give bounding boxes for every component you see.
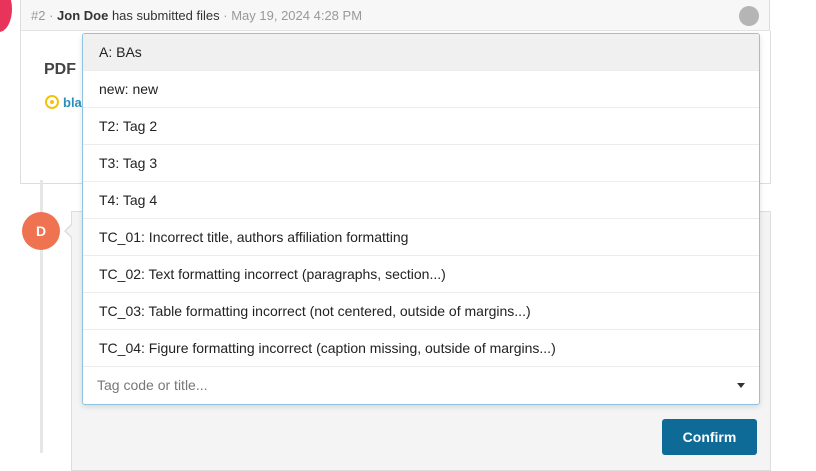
dropdown-option[interactable]: A: BAs — [83, 34, 759, 71]
author-avatar-top — [0, 0, 14, 32]
tag-search-row — [83, 367, 759, 404]
event-timestamp: May 19, 2024 4:28 PM — [231, 8, 363, 23]
dropdown-option[interactable]: new: new — [83, 71, 759, 108]
file-name[interactable]: bla — [63, 95, 82, 110]
event-header: #2 · Jon Doe has submitted files · May 1… — [20, 0, 770, 31]
event-number: #2 · — [31, 8, 54, 23]
dropdown-option[interactable]: TC_04: Figure formatting incorrect (capt… — [83, 330, 759, 367]
tag-dropdown[interactable]: A: BAs new: new T2: Tag 2 T3: Tag 3 T4: … — [82, 33, 760, 405]
card-title: PDF — [44, 61, 76, 78]
file-status-icon — [45, 95, 59, 109]
status-dot-icon — [739, 6, 759, 26]
event-separator: · — [223, 8, 228, 23]
caret-down-icon[interactable] — [737, 383, 745, 388]
dropdown-option[interactable]: T4: Tag 4 — [83, 182, 759, 219]
tag-search-input[interactable] — [97, 377, 697, 393]
event-author[interactable]: Jon Doe — [57, 8, 108, 23]
confirm-button[interactable]: Confirm — [662, 419, 757, 455]
event-action: has submitted files — [111, 8, 220, 23]
dropdown-option[interactable]: TC_02: Text formatting incorrect (paragr… — [83, 256, 759, 293]
avatar: D — [22, 212, 60, 250]
dropdown-option[interactable]: T3: Tag 3 — [83, 145, 759, 182]
dropdown-option[interactable]: T2: Tag 2 — [83, 108, 759, 145]
file-link[interactable]: bla — [45, 95, 82, 110]
dropdown-option[interactable]: TC_01: Incorrect title, authors affiliat… — [83, 219, 759, 256]
dropdown-option[interactable]: TC_03: Table formatting incorrect (not c… — [83, 293, 759, 330]
